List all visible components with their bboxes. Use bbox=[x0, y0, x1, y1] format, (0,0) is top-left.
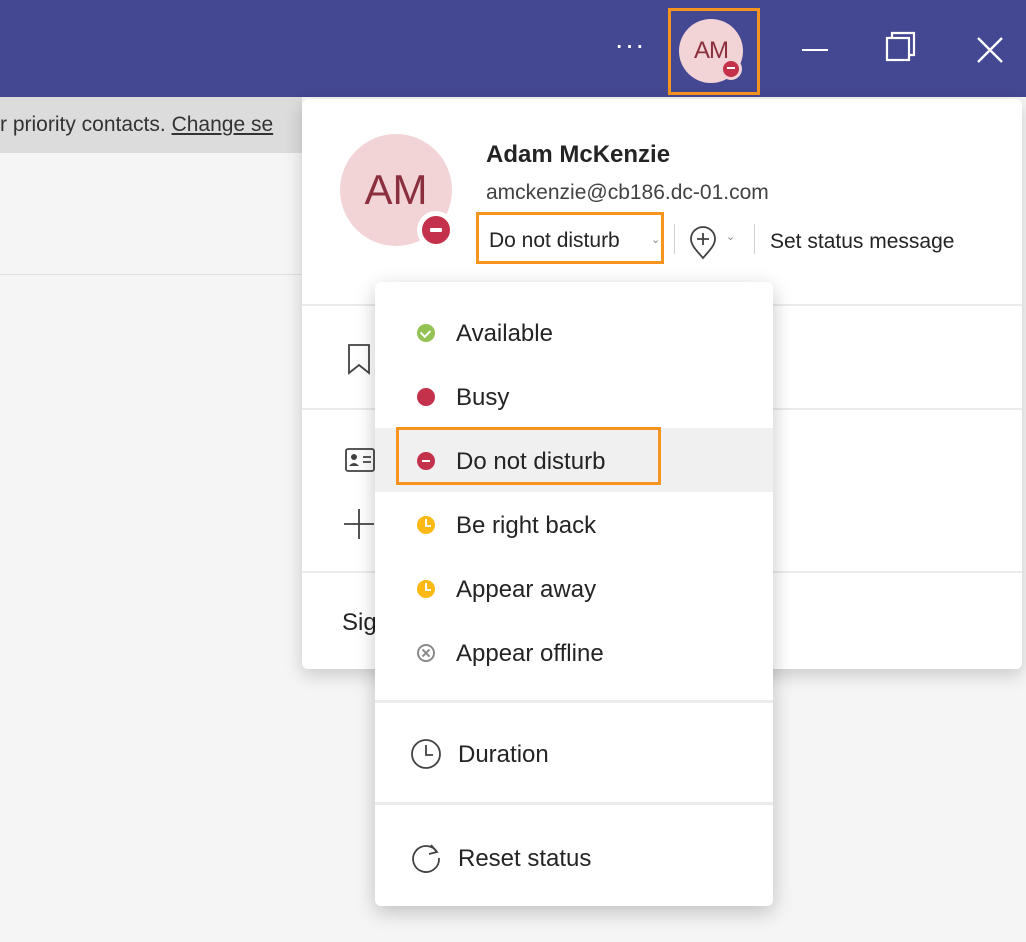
appear-offline-icon bbox=[417, 644, 435, 662]
profile-avatar-button[interactable]: AM bbox=[668, 8, 760, 95]
minimize-button[interactable] bbox=[790, 22, 840, 72]
info-banner-text: r priority contacts. Change se bbox=[0, 113, 302, 137]
status-option-label: Be right back bbox=[456, 512, 597, 539]
status-option-be-right-back[interactable]: Be right back bbox=[375, 492, 773, 556]
busy-icon bbox=[417, 388, 435, 406]
separator bbox=[754, 224, 755, 254]
status-option-label: Appear away bbox=[456, 576, 597, 603]
duration-button[interactable]: Duration bbox=[375, 722, 773, 786]
close-icon bbox=[977, 37, 1003, 63]
chevron-down-icon: ⌄ bbox=[651, 234, 661, 246]
status-option-label: Appear offline bbox=[456, 640, 604, 667]
selected-status-highlight bbox=[396, 427, 661, 485]
status-option-appear-away[interactable]: Appear away bbox=[375, 556, 773, 620]
profile-email: amckenzie@cb186.dc-01.com bbox=[486, 181, 769, 204]
info-banner-message: r priority contacts. bbox=[0, 113, 172, 136]
add-location-icon[interactable] bbox=[688, 226, 718, 260]
status-option-label: Busy bbox=[456, 384, 510, 411]
clock-icon bbox=[411, 739, 441, 769]
add-account-icon[interactable] bbox=[342, 507, 376, 541]
restore-icon bbox=[885, 31, 916, 62]
change-settings-link[interactable]: Change se bbox=[172, 113, 274, 136]
duration-label: Duration bbox=[458, 741, 549, 768]
appear-away-icon bbox=[417, 580, 435, 598]
title-bar: ··· AM bbox=[0, 0, 1026, 97]
status-menu: Available Busy Do not disturb Be right b… bbox=[375, 282, 773, 906]
available-icon bbox=[417, 324, 435, 342]
contact-card-icon[interactable] bbox=[344, 447, 376, 473]
maximize-button[interactable] bbox=[876, 22, 926, 72]
reset-status-button[interactable]: Reset status bbox=[375, 826, 773, 890]
menu-divider bbox=[375, 700, 773, 703]
chevron-down-icon[interactable]: ⌄ bbox=[726, 230, 735, 243]
reset-status-label: Reset status bbox=[458, 845, 592, 872]
background-divider bbox=[0, 274, 302, 275]
status-dropdown[interactable]: Do not disturb ⌄ bbox=[476, 212, 664, 264]
close-button[interactable] bbox=[965, 22, 1015, 72]
reset-icon bbox=[412, 844, 440, 873]
be-right-back-icon bbox=[417, 516, 435, 534]
menu-divider bbox=[375, 802, 773, 805]
do-not-disturb-badge-icon bbox=[720, 58, 742, 80]
do-not-disturb-status-icon bbox=[417, 211, 455, 249]
status-option-label: Available bbox=[456, 320, 553, 347]
status-option-busy[interactable]: Busy bbox=[375, 364, 773, 428]
separator bbox=[674, 224, 675, 254]
set-status-message-button[interactable]: Set status message bbox=[770, 230, 954, 254]
status-option-available[interactable]: Available bbox=[375, 300, 773, 364]
bookmark-icon[interactable] bbox=[346, 343, 372, 375]
status-option-appear-offline[interactable]: Appear offline bbox=[375, 620, 773, 684]
status-dropdown-label: Do not disturb bbox=[489, 229, 620, 252]
more-options-button[interactable]: ··· bbox=[608, 28, 652, 68]
profile-name: Adam McKenzie bbox=[486, 141, 671, 168]
